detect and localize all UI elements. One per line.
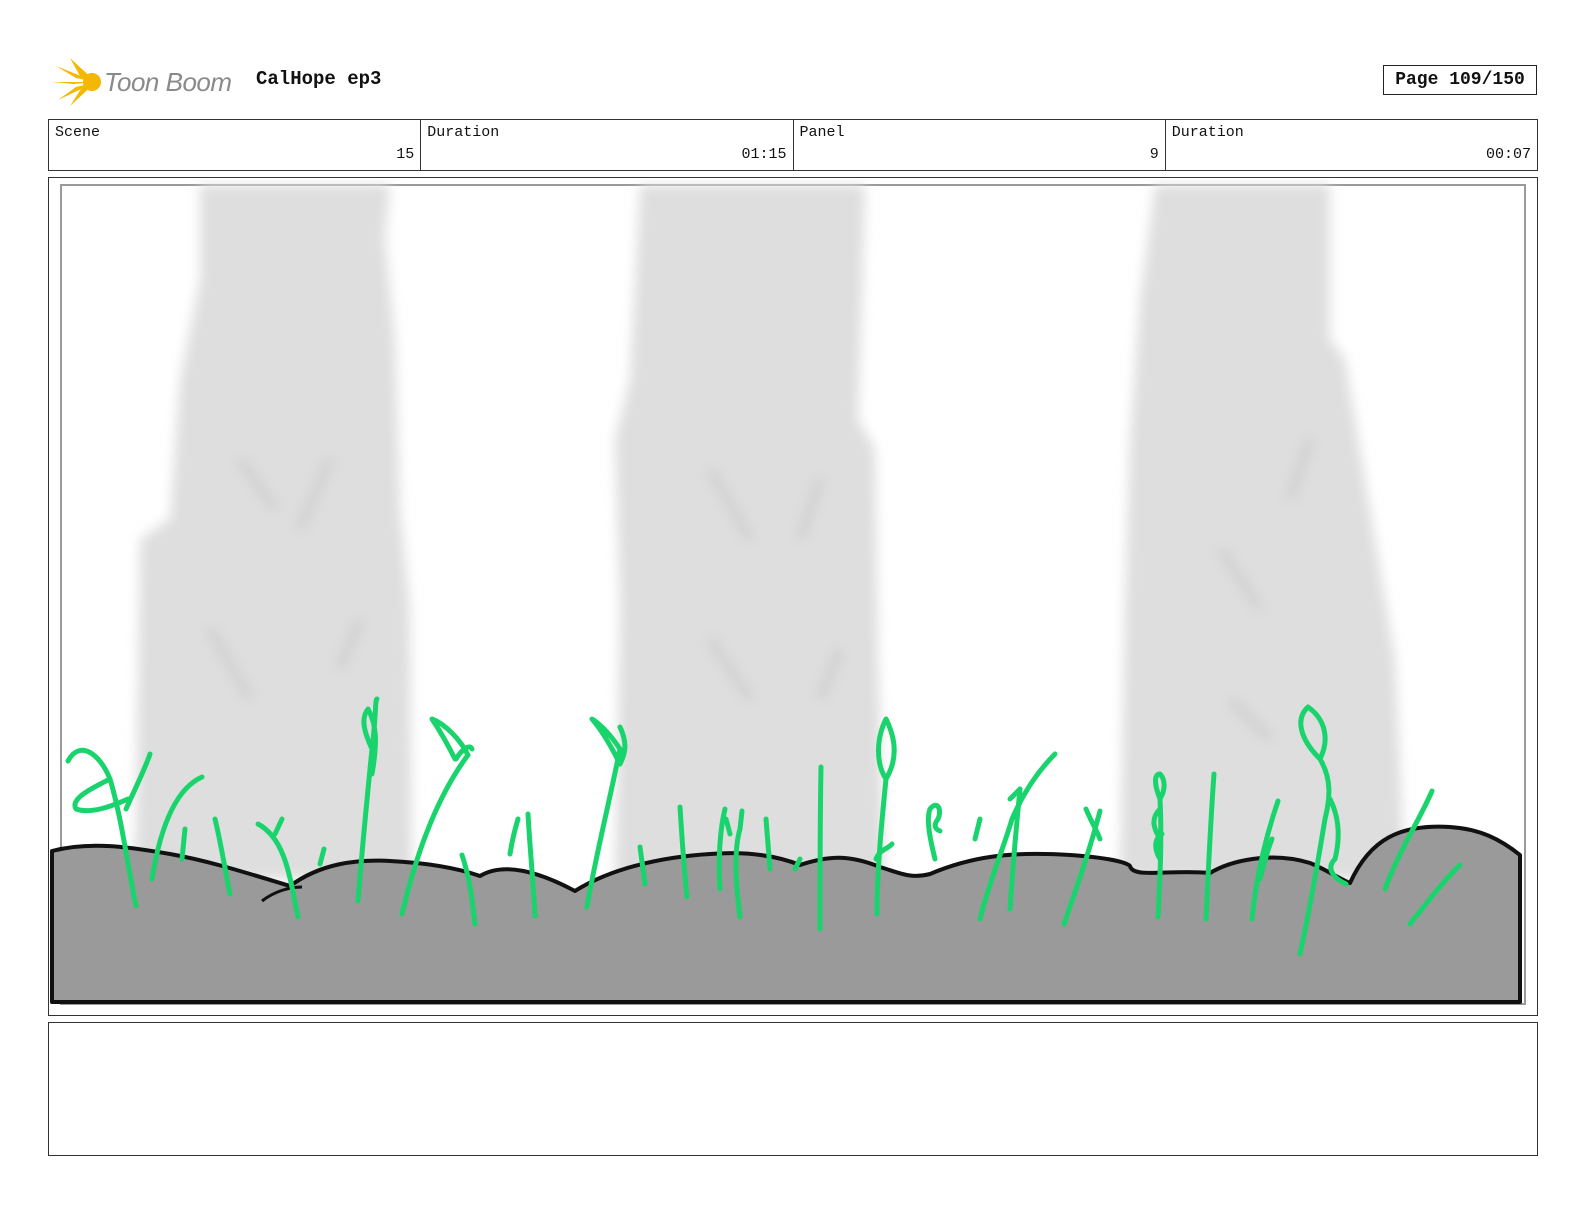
starburst-icon (52, 58, 101, 106)
tree-trunk (615, 185, 885, 879)
page-indicator: Page 109/150 (1383, 65, 1537, 95)
panel-info-row: Scene 15 Duration 01:15 Panel 9 Duration… (48, 119, 1538, 171)
scene-value: 15 (396, 146, 415, 163)
panel-value: 9 (1149, 146, 1159, 163)
scene-label: Scene (55, 124, 101, 141)
toon-boom-logo: Toon Boom (52, 56, 242, 108)
project-title: CalHope ep3 (256, 68, 382, 90)
panel-duration-cell: Duration 00:07 (1166, 120, 1537, 170)
scene-cell: Scene 15 (49, 120, 422, 170)
panel-duration-label: Duration (1171, 124, 1244, 141)
panel-drawing (50, 184, 1526, 1005)
grass-blade (179, 826, 188, 862)
scene-duration-cell: Duration 01:15 (421, 120, 794, 170)
storyboard-panel (48, 177, 1538, 1016)
panel-duration-value: 00:07 (1485, 146, 1531, 163)
logo-wordmark: Toon Boom (104, 67, 232, 97)
scene-duration-value: 01:15 (741, 146, 787, 163)
panel-cell: Panel 9 (794, 120, 1166, 170)
grass-blade (817, 764, 824, 932)
panel-notes-box (48, 1022, 1538, 1156)
scene-duration-label: Duration (427, 124, 500, 141)
panel-label: Panel (799, 124, 845, 141)
